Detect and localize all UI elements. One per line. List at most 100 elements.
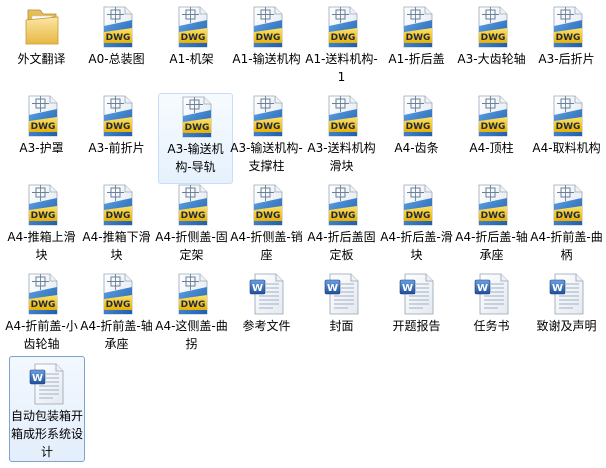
dwg-file-icon <box>22 95 62 137</box>
word-document-icon <box>547 273 587 315</box>
word-document-icon <box>397 273 437 315</box>
dwg-file-icon <box>322 95 362 137</box>
file-label: A4-折后盖固定板 <box>307 230 376 262</box>
file-item-dwg[interactable]: A4-齿条 <box>379 89 454 157</box>
file-label: A4-这侧盖-曲拐 <box>155 319 228 351</box>
dwg-file-icon <box>547 95 587 137</box>
file-item-word-selected[interactable]: 自动包装箱开箱成形系统设计 <box>9 356 85 462</box>
file-item-dwg[interactable]: A4-折前盖-曲柄 <box>529 178 604 264</box>
file-item-dwg[interactable]: A3-后折片 <box>529 0 604 68</box>
dwg-file-icon <box>22 184 62 226</box>
dwg-file-icon <box>247 95 287 137</box>
file-label: 自动包装箱开箱成形系统设计 <box>11 409 84 459</box>
file-icon-view: 外文翻译 A0-总装图 A1-机架 A1-输送机构 A1-送料机构-1 A1-折… <box>0 0 606 468</box>
file-label: A3-输送机构-导轨 <box>167 142 224 174</box>
dwg-file-icon <box>97 273 137 315</box>
file-label: A1-机架 <box>169 52 214 66</box>
file-label: A4-折后盖-滑块 <box>380 230 453 262</box>
file-label: A4-顶柱 <box>469 141 514 155</box>
dwg-file-icon <box>247 6 287 48</box>
dwg-file-icon <box>472 6 512 48</box>
file-item-dwg[interactable]: A3-前折片 <box>79 89 154 157</box>
file-item-word[interactable]: 参考文件 <box>229 267 304 335</box>
folder-icon <box>22 6 62 48</box>
file-item-dwg[interactable]: A3-送料机构滑块 <box>304 89 379 175</box>
file-item-dwg[interactable]: A0-总装图 <box>79 0 154 68</box>
file-item-dwg[interactable]: A4-折前盖-轴承座 <box>79 267 154 353</box>
file-item-dwg[interactable]: A4-折侧盖-销座 <box>229 178 304 264</box>
file-label: 封面 <box>329 319 354 333</box>
word-document-icon <box>472 273 512 315</box>
file-label: 任务书 <box>473 319 510 333</box>
dwg-file-icon <box>322 184 362 226</box>
file-item-dwg[interactable]: A4-折侧盖-固定架 <box>154 178 229 264</box>
file-label: A1-折后盖 <box>388 52 445 66</box>
file-label: A3-大齿轮轴 <box>457 52 526 66</box>
file-item-dwg[interactable]: A1-折后盖 <box>379 0 454 68</box>
file-item-dwg[interactable]: A3-输送机构-支撑柱 <box>229 89 304 175</box>
file-label: A4-折前盖-小齿轮轴 <box>5 319 78 351</box>
word-document-icon <box>27 363 67 405</box>
file-item-folder[interactable]: 外文翻译 <box>4 0 79 68</box>
file-item-dwg[interactable]: A4-推箱上滑块 <box>4 178 79 264</box>
file-item-dwg-hovered[interactable]: A3-输送机构-导轨 <box>158 93 233 184</box>
dwg-file-icon <box>547 6 587 48</box>
file-item-dwg[interactable]: A1-送料机构-1 <box>304 0 379 86</box>
dwg-file-icon <box>322 6 362 48</box>
file-item-dwg[interactable]: A4-折后盖-滑块 <box>379 178 454 264</box>
dwg-file-icon <box>397 6 437 48</box>
dwg-file-icon <box>397 184 437 226</box>
dwg-file-icon <box>172 273 212 315</box>
file-label: A4-折前盖-曲柄 <box>530 230 603 262</box>
file-item-dwg[interactable]: A4-取料机构 <box>529 89 604 157</box>
file-item-dwg[interactable]: A4-折前盖-小齿轮轴 <box>4 267 79 353</box>
file-item-dwg[interactable]: A3-大齿轮轴 <box>454 0 529 68</box>
file-label: A4-推箱上滑块 <box>7 230 76 262</box>
file-item-dwg[interactable]: A3-护罩 <box>4 89 79 157</box>
file-label: 致谢及声明 <box>536 319 597 333</box>
file-item-dwg[interactable]: A4-折后盖固定板 <box>304 178 379 264</box>
file-label: A4-折侧盖-销座 <box>230 230 303 262</box>
file-label: A4-折前盖-轴承座 <box>80 319 153 351</box>
dwg-file-icon <box>172 184 212 226</box>
dwg-file-icon <box>247 184 287 226</box>
dwg-file-icon <box>97 6 137 48</box>
dwg-file-icon <box>176 96 216 138</box>
dwg-file-icon <box>472 95 512 137</box>
file-label: A4-折侧盖-固定架 <box>155 230 228 262</box>
word-document-icon <box>322 273 362 315</box>
word-document-icon <box>247 273 287 315</box>
file-item-dwg[interactable]: A4-推箱下滑块 <box>79 178 154 264</box>
dwg-file-icon <box>22 273 62 315</box>
dwg-file-icon <box>472 184 512 226</box>
file-label: A4-取料机构 <box>532 141 601 155</box>
file-item-word[interactable]: 致谢及声明 <box>529 267 604 335</box>
file-item-word[interactable]: 开题报告 <box>379 267 454 335</box>
file-label: A4-齿条 <box>394 141 439 155</box>
file-label: 外文翻译 <box>17 52 66 66</box>
file-label: A4-折后盖-轴承座 <box>455 230 528 262</box>
dwg-file-icon <box>97 95 137 137</box>
file-label: 开题报告 <box>392 319 441 333</box>
file-label: A0-总装图 <box>88 52 145 66</box>
file-label: 参考文件 <box>242 319 291 333</box>
file-label: A3-后折片 <box>538 52 595 66</box>
file-label: A1-输送机构 <box>232 52 301 66</box>
file-label: A3-前折片 <box>88 141 145 155</box>
file-item-dwg[interactable]: A1-机架 <box>154 0 229 68</box>
file-item-word[interactable]: 任务书 <box>454 267 529 335</box>
file-item-dwg[interactable]: A1-输送机构 <box>229 0 304 68</box>
file-item-word[interactable]: 封面 <box>304 267 379 335</box>
file-label: A3-输送机构-支撑柱 <box>230 141 303 173</box>
file-label: A4-推箱下滑块 <box>82 230 151 262</box>
file-item-dwg[interactable]: A4-这侧盖-曲拐 <box>154 267 229 353</box>
file-label: A3-护罩 <box>19 141 64 155</box>
file-label: A1-送料机构-1 <box>305 52 378 84</box>
dwg-file-icon <box>172 6 212 48</box>
file-item-dwg[interactable]: A4-顶柱 <box>454 89 529 157</box>
dwg-file-icon <box>547 184 587 226</box>
dwg-file-icon <box>97 184 137 226</box>
file-label: A3-送料机构滑块 <box>307 141 376 173</box>
dwg-file-icon <box>397 95 437 137</box>
file-item-dwg[interactable]: A4-折后盖-轴承座 <box>454 178 529 264</box>
